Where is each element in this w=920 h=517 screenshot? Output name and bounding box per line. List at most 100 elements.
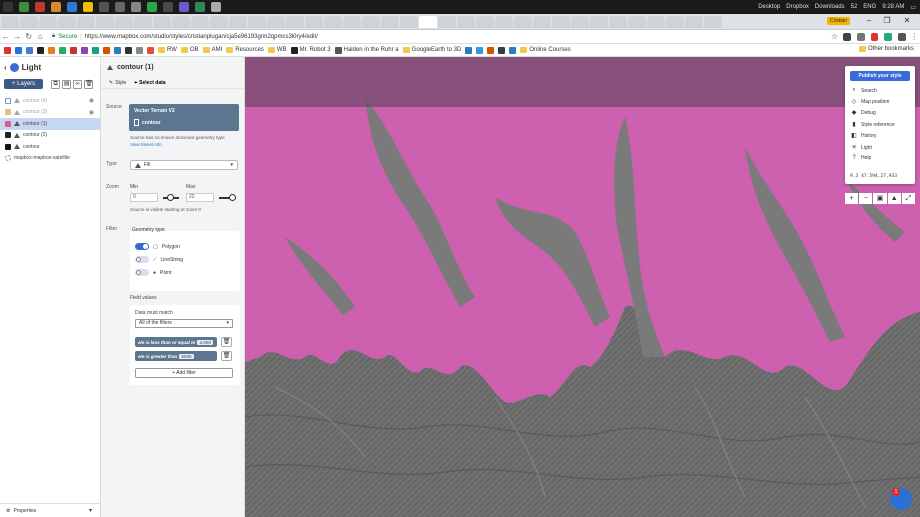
app-icon[interactable]: [99, 2, 109, 12]
menu-style-reference[interactable]: ▮ Style reference: [851, 121, 894, 129]
delete-filter-icon[interactable]: 🗑︎: [221, 337, 232, 347]
clock[interactable]: 9:28 AM: [882, 4, 904, 10]
menu-help[interactable]: ? Help: [851, 155, 871, 161]
min-zoom-handle[interactable]: [167, 194, 174, 201]
close-icon[interactable]: ✕: [900, 16, 914, 25]
bookmark-folder[interactable]: WB: [267, 47, 287, 53]
bookmark-icon[interactable]: [59, 46, 66, 54]
browser-tab[interactable]: [457, 15, 475, 28]
tab-style[interactable]: ✎ Style: [109, 80, 126, 86]
extension-icon[interactable]: [856, 32, 865, 41]
filter-value[interactable]: 3,000: [197, 339, 213, 345]
type-select[interactable]: Fill ▾: [130, 160, 238, 170]
layer-item[interactable]: contour (3) ◉: [0, 107, 100, 119]
map-canvas[interactable]: [245, 57, 920, 517]
bookmark-icon[interactable]: [509, 46, 517, 54]
browser-tab[interactable]: [647, 15, 665, 28]
browser-tab[interactable]: [533, 15, 551, 28]
other-bookmarks[interactable]: Other bookmarks: [858, 46, 914, 52]
bookmark-icon[interactable]: [4, 46, 11, 54]
bookmark-icon[interactable]: [125, 46, 132, 54]
folder-icon[interactable]: [83, 2, 93, 12]
properties-toggle[interactable]: ⚙ Properties ▾: [0, 503, 100, 517]
browser-tab[interactable]: [267, 15, 285, 28]
add-filter-button[interactable]: + Add filter: [135, 368, 233, 378]
input-language[interactable]: ENG: [863, 4, 876, 10]
url-text[interactable]: https://www.mapbox.com/studio/styles/cri…: [85, 34, 318, 40]
link-icon[interactable]: ∞: [73, 79, 83, 89]
duplicate-icon[interactable]: ⧉: [51, 79, 61, 89]
app-icon[interactable]: [131, 2, 141, 12]
bookmark-icon[interactable]: [48, 46, 55, 54]
menu-icon[interactable]: ⋮: [909, 32, 920, 41]
bookmark-icon[interactable]: [15, 46, 22, 54]
restore-icon[interactable]: ❐: [880, 16, 894, 25]
notifications-icon[interactable]: ▭: [910, 4, 916, 11]
app-icon[interactable]: [35, 2, 45, 12]
browser-tab[interactable]: [229, 15, 247, 28]
layer-item[interactable]: contour (4) ◉: [0, 95, 100, 107]
hidden-eye-icon[interactable]: ◉: [89, 97, 94, 104]
menu-light[interactable]: ✳ Light: [851, 144, 871, 152]
group-icon[interactable]: ▤: [62, 79, 72, 89]
bookmark-icon[interactable]: [465, 46, 473, 54]
browser-tab[interactable]: [343, 15, 361, 28]
chevron-left-icon[interactable]: ‹: [4, 63, 7, 72]
delete-filter-icon[interactable]: 🗑︎: [221, 351, 232, 361]
menu-search[interactable]: ⌕ Search: [851, 87, 877, 94]
browser-tab[interactable]: [115, 15, 133, 28]
bookmark-folder[interactable]: OB: [180, 47, 199, 53]
bookmark-folder[interactable]: GoogleEarth to 3D: [402, 47, 461, 53]
browser-tab[interactable]: [571, 15, 589, 28]
browser-tab[interactable]: [628, 15, 646, 28]
bookmark-icon[interactable]: [136, 46, 143, 54]
browser-tab[interactable]: [590, 15, 608, 28]
minimize-icon[interactable]: –: [862, 16, 876, 25]
browser-tab[interactable]: [400, 15, 418, 28]
menu-debug[interactable]: ◆ Debug: [851, 109, 876, 117]
bookmark-folder[interactable]: AMI: [202, 47, 222, 53]
browser-tab[interactable]: [704, 15, 722, 28]
browser-tab[interactable]: [552, 15, 570, 28]
browser-tab[interactable]: [381, 15, 399, 28]
bookmark-icon[interactable]: [37, 46, 44, 54]
zoom-in-icon[interactable]: +: [845, 193, 859, 204]
style-name[interactable]: Light: [22, 63, 42, 72]
home-icon[interactable]: ⌂: [34, 32, 45, 41]
extension-icon[interactable]: [897, 32, 906, 41]
bookmark-icon[interactable]: [26, 46, 33, 54]
layer-title[interactable]: contour (1): [117, 64, 154, 71]
chrome-icon[interactable]: [67, 2, 77, 12]
browser-tab[interactable]: [134, 15, 152, 28]
max-zoom-handle[interactable]: [229, 194, 236, 201]
filter-expression[interactable]: ele is less than or equal to 3,000: [135, 337, 217, 347]
extension-icon[interactable]: [884, 32, 892, 41]
fullscreen-icon[interactable]: ⤢: [901, 193, 916, 204]
compass-icon[interactable]: ▲: [887, 193, 901, 204]
bookmark-icon[interactable]: [487, 46, 495, 54]
bookmark-folder[interactable]: Online Courses: [520, 47, 571, 53]
browser-tab[interactable]: [514, 15, 532, 28]
browser-tab[interactable]: [324, 15, 342, 28]
app-icon[interactable]: [115, 2, 125, 12]
bookmark-icon[interactable]: [147, 46, 154, 54]
start-icon[interactable]: [3, 2, 13, 12]
browser-tab[interactable]: [191, 15, 209, 28]
app-icon[interactable]: [19, 2, 29, 12]
extension-icon[interactable]: [843, 32, 851, 41]
omnibox[interactable]: 🔒︎ Secure | https://www.mapbox.com/studi…: [51, 31, 789, 42]
app-icon[interactable]: [179, 2, 189, 12]
layer-item[interactable]: contour (2): [0, 130, 100, 142]
browser-tab[interactable]: [172, 15, 190, 28]
bookmark-icon[interactable]: [476, 46, 484, 54]
bookmark-icon[interactable]: [92, 46, 99, 54]
min-zoom-input[interactable]: 0: [130, 193, 158, 202]
browser-tab[interactable]: [210, 15, 228, 28]
reload-icon[interactable]: ↻: [23, 32, 34, 41]
layer-item[interactable]: mapbox-mapbox-satellite: [0, 153, 100, 165]
point-toggle[interactable]: [135, 269, 149, 276]
browser-tab[interactable]: [495, 15, 513, 28]
browser-tab[interactable]: [685, 15, 703, 28]
publish-style-button[interactable]: Publish your style: [850, 71, 910, 81]
layer-item[interactable]: contour: [0, 141, 100, 153]
